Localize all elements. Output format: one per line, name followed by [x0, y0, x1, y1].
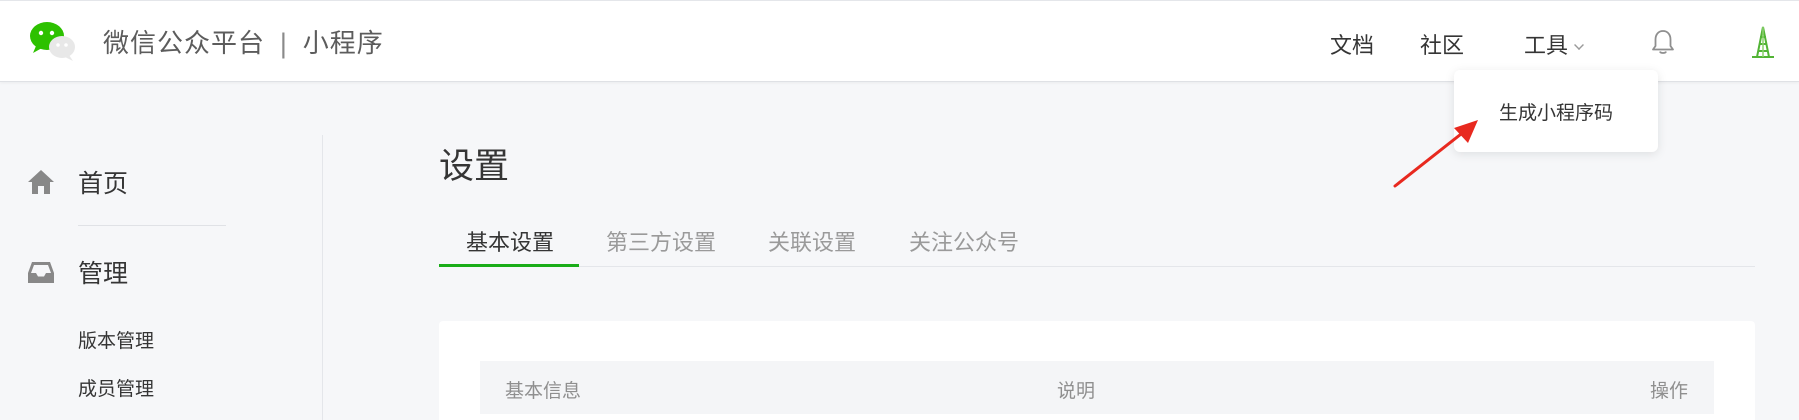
nav-tools-label: 工具	[1524, 34, 1569, 59]
sidebar-divider	[78, 225, 226, 226]
avatar-icon[interactable]	[1748, 25, 1778, 59]
annotation-arrow-icon	[1393, 120, 1478, 188]
active-tab-indicator	[439, 264, 579, 267]
sidebar-subitem-version-management[interactable]: 版本管理	[78, 326, 154, 353]
tab-third-party-settings[interactable]: 第三方设置	[606, 225, 716, 257]
sidebar-item-home[interactable]: 首页	[26, 164, 128, 200]
bell-icon[interactable]	[1650, 28, 1676, 56]
brand-title: 微信公众平台 | 小程序	[103, 23, 384, 60]
column-header-description: 说明	[1057, 380, 1096, 402]
tab-linked-settings[interactable]: 关联设置	[768, 225, 856, 257]
tab-follow-official-account[interactable]: 关注公众号	[909, 225, 1019, 257]
nav-tools-menu[interactable]: 工具	[1524, 28, 1584, 60]
nav-docs-link[interactable]: 文档	[1330, 28, 1374, 60]
wechat-logo-icon[interactable]	[28, 19, 78, 63]
chevron-down-icon	[1574, 40, 1584, 50]
nav-community-link[interactable]: 社区	[1420, 28, 1464, 60]
brand-name: 微信公众平台	[103, 29, 266, 59]
sidebar-item-manage-label: 管理	[78, 259, 129, 288]
inbox-icon	[28, 262, 54, 283]
table-header: 基本信息 说明 操作	[480, 361, 1714, 414]
brand-sub: 小程序	[302, 29, 384, 59]
settings-card: 基本信息 说明 操作	[439, 321, 1755, 420]
tab-basic-settings[interactable]: 基本设置	[466, 225, 554, 257]
column-header-actions: 操作	[1649, 380, 1688, 402]
settings-tabs: 基本设置 第三方设置 关联设置 关注公众号	[439, 222, 1755, 267]
home-icon	[28, 170, 54, 194]
dropdown-item-generate-qrcode[interactable]: 生成小程序码	[1499, 98, 1613, 125]
brand-separator: |	[279, 29, 289, 59]
sidebar-subitem-member-management[interactable]: 成员管理	[78, 374, 154, 401]
sidebar-item-home-label: 首页	[78, 169, 129, 198]
page-title: 设置	[439, 147, 510, 187]
sidebar-item-manage[interactable]: 管理	[26, 254, 128, 290]
column-header-basic-info: 基本信息	[505, 380, 582, 402]
sidebar-border	[322, 135, 323, 420]
